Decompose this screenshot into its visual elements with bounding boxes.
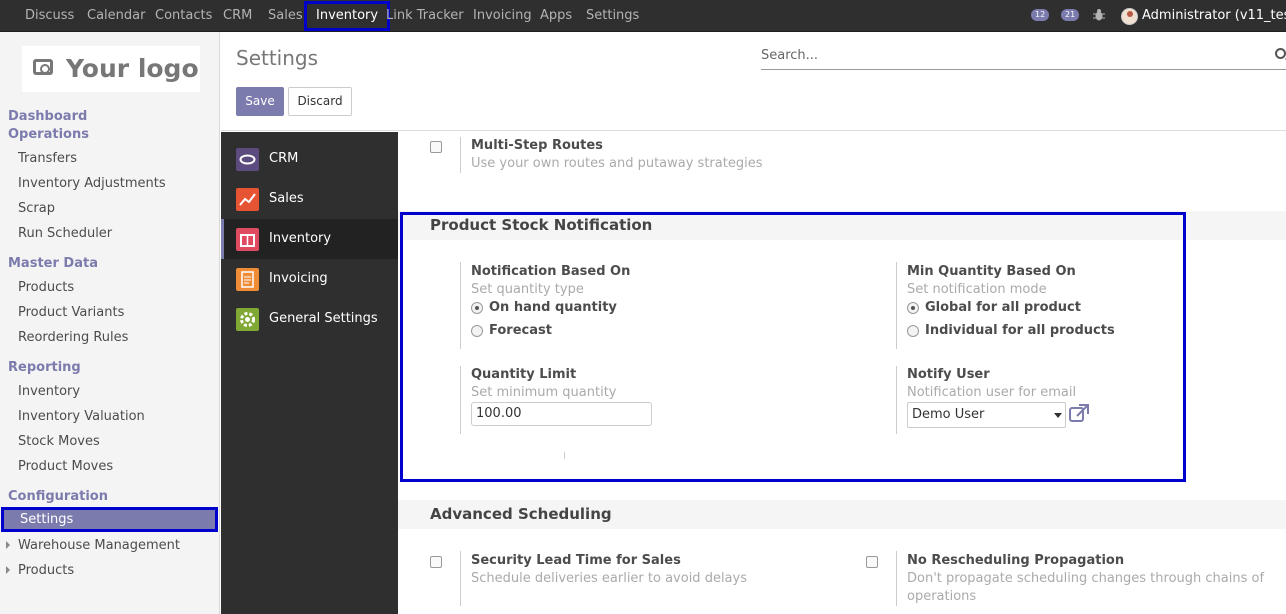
handshake-icon [236, 148, 259, 171]
no-rescheduling-label: No Rescheduling Propagation [907, 553, 1125, 568]
multi-step-routes-checkbox[interactable] [430, 141, 442, 153]
top-navbar: Discuss Calendar Contacts CRM Sales Inve… [0, 0, 1286, 32]
company-logo[interactable]: Your logo [22, 46, 200, 92]
sidebar-item-dashboard[interactable]: Dashboard [8, 109, 87, 124]
security-lead-time-checkbox[interactable] [430, 556, 442, 568]
multi-step-routes-desc: Use your own routes and putaway strategi… [471, 156, 763, 171]
search-input[interactable]: Search... [761, 46, 1286, 70]
activity-count-badge[interactable]: 12 [1031, 9, 1050, 21]
menu-discuss[interactable]: Discuss [25, 0, 74, 32]
sidebar-section-configuration: Configuration [8, 489, 108, 504]
sidebar-item-run-scheduler[interactable]: Run Scheduler [18, 226, 112, 241]
no-rescheduling-desc-2: operations [907, 589, 977, 604]
message-count-badge[interactable]: 21 [1061, 9, 1080, 21]
divider [896, 551, 897, 606]
app-crm[interactable]: CRM [221, 139, 398, 179]
bug-icon[interactable] [1093, 8, 1105, 22]
invoice-icon [236, 268, 259, 291]
highlight-box [400, 212, 1186, 482]
control-panel: Settings Search... Save Discard [221, 32, 1286, 131]
app-sales[interactable]: Sales [221, 179, 398, 219]
sidebar-item-transfers[interactable]: Transfers [18, 151, 77, 166]
camera-icon [33, 59, 53, 75]
divider [460, 137, 461, 173]
sidebar: Your logo Dashboard Operations Transfers… [0, 32, 220, 614]
sidebar-item-product-variants[interactable]: Product Variants [18, 305, 124, 320]
menu-calendar[interactable]: Calendar [87, 0, 145, 32]
multi-step-routes-label: Multi-Step Routes [471, 138, 603, 153]
page-title: Settings [236, 46, 319, 70]
search-icon[interactable] [1275, 48, 1286, 59]
sidebar-item-product-moves[interactable]: Product Moves [18, 459, 113, 474]
caret-right-icon[interactable] [6, 566, 10, 574]
app-general-settings[interactable]: General Settings [221, 299, 398, 339]
security-lead-time-label: Security Lead Time for Sales [471, 553, 681, 568]
menu-settings[interactable]: Settings [586, 0, 639, 32]
sidebar-item-scrap[interactable]: Scrap [18, 201, 55, 216]
menu-apps[interactable]: Apps [540, 0, 572, 32]
menu-link-tracker[interactable]: Link Tracker [386, 0, 464, 32]
sidebar-section-master-data: Master Data [8, 256, 98, 271]
menu-contacts[interactable]: Contacts [155, 0, 212, 32]
sidebar-item-config-products[interactable]: Products [18, 563, 74, 578]
app-inventory[interactable]: Inventory [221, 219, 398, 259]
save-button[interactable]: Save [236, 87, 284, 116]
no-rescheduling-desc: Don't propagate scheduling changes throu… [907, 571, 1265, 586]
menu-crm[interactable]: CRM [223, 0, 252, 32]
sidebar-item-reordering-rules[interactable]: Reordering Rules [18, 330, 128, 345]
divider [460, 551, 461, 606]
gear-icon [236, 308, 259, 331]
sidebar-item-products[interactable]: Products [18, 280, 74, 295]
chart-line-icon [236, 188, 259, 211]
app-invoicing[interactable]: Invoicing [221, 259, 398, 299]
sidebar-item-warehouse-management[interactable]: Warehouse Management [18, 538, 180, 553]
sidebar-item-stock-moves[interactable]: Stock Moves [18, 434, 100, 449]
sidebar-section-operations: Operations [8, 127, 89, 142]
avatar[interactable] [1121, 8, 1138, 25]
warehouse-icon [236, 228, 259, 251]
user-menu[interactable]: Administrator (v11_test... [1142, 0, 1286, 32]
caret-right-icon[interactable] [6, 541, 10, 549]
security-lead-time-desc: Schedule deliveries earlier to avoid del… [471, 571, 747, 586]
settings-content: Multi-Step Routes Use your own routes an… [398, 132, 1286, 614]
menu-sales[interactable]: Sales [268, 0, 303, 32]
menu-inventory[interactable]: Inventory [304, 1, 391, 31]
sidebar-item-inventory-report[interactable]: Inventory [18, 384, 80, 399]
sidebar-item-settings[interactable]: Settings [1, 507, 218, 532]
no-rescheduling-checkbox[interactable] [866, 556, 878, 568]
discard-button[interactable]: Discard [288, 87, 352, 116]
menu-invoicing[interactable]: Invoicing [473, 0, 532, 32]
sidebar-section-reporting: Reporting [8, 360, 81, 375]
sidebar-item-inventory-adjustments[interactable]: Inventory Adjustments [18, 176, 166, 191]
section-title-advanced-scheduling: Advanced Scheduling [398, 500, 1286, 529]
sidebar-item-inventory-valuation[interactable]: Inventory Valuation [18, 409, 145, 424]
settings-app-list: CRM Sales Inventory Invoicing General Se… [221, 132, 398, 614]
